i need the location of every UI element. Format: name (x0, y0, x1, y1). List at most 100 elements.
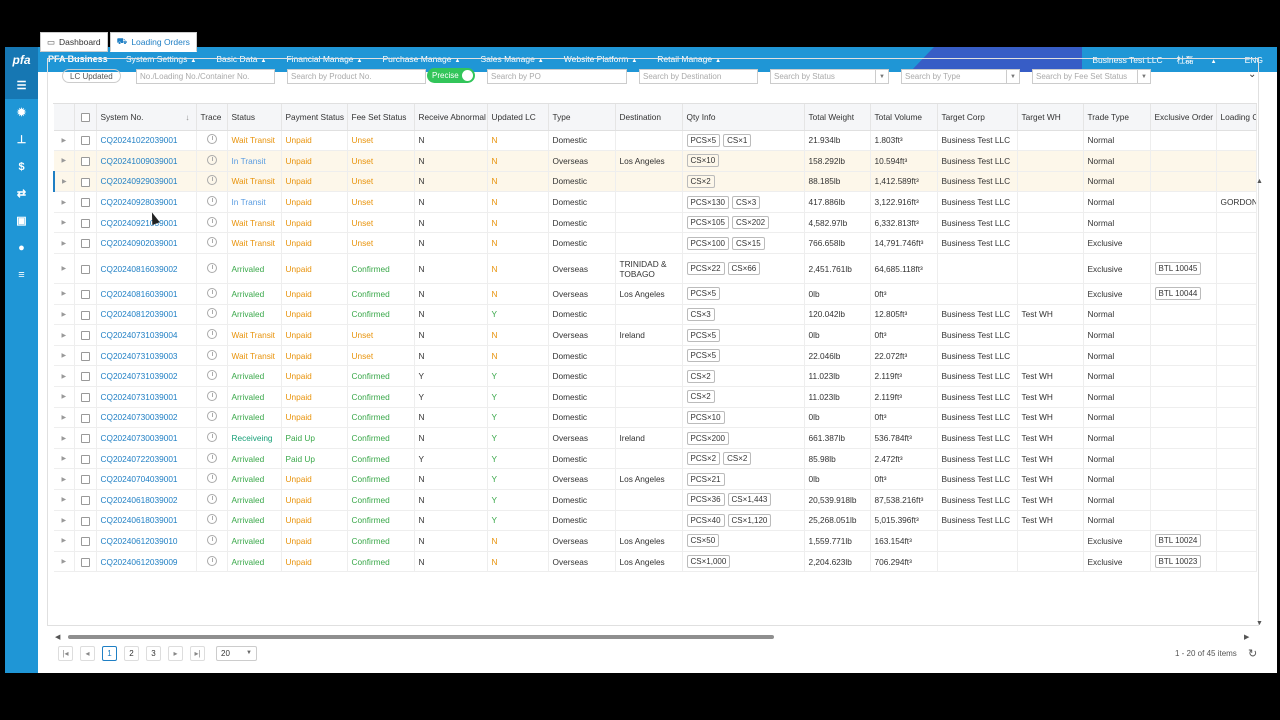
row-checkbox[interactable] (80, 351, 90, 361)
row-expand-icon[interactable]: ▶ (54, 386, 75, 408)
tab-loading-orders[interactable]: ⛟ Loading Orders (109, 32, 197, 52)
exclusive-order-tag[interactable]: BTL 10045 (1154, 262, 1202, 276)
row-checkbox[interactable] (80, 413, 90, 423)
row-checkbox[interactable] (80, 537, 90, 547)
clock-icon[interactable] (206, 493, 217, 504)
system-no-link[interactable]: CQ20240928039001 (96, 191, 197, 213)
dollar-icon[interactable]: $ (5, 153, 38, 180)
row-expand-icon[interactable]: ▶ (54, 150, 75, 172)
row-expand-icon[interactable]: ▶ (54, 345, 75, 367)
table-row[interactable]: ▶ CQ20240731039002 Arrivaled Unpaid Confirme… (54, 365, 1257, 388)
row-checkbox[interactable] (80, 310, 90, 320)
row-checkbox[interactable] (80, 157, 90, 167)
table-row[interactable]: ▶ CQ20241009039001 In Transit Unpaid Unset N N… (54, 150, 1257, 172)
row-expand-icon[interactable]: ▶ (54, 130, 75, 152)
column-header-status[interactable]: Status (227, 104, 282, 131)
search-no-input[interactable]: No./Loading No./Container No. (136, 69, 275, 84)
row-expand-icon[interactable]: ▶ (54, 407, 75, 429)
row-checkbox[interactable] (80, 557, 90, 567)
column-header-target-corp[interactable]: Target Corp (937, 104, 1018, 131)
clock-icon[interactable] (206, 534, 217, 545)
next-page-button[interactable]: ▸ (168, 645, 183, 661)
exclusive-order-tag[interactable]: BTL 10024 (1154, 534, 1202, 548)
clock-icon[interactable] (206, 411, 217, 422)
system-no-link[interactable]: CQ20240902039001 (96, 232, 197, 255)
search-product-input[interactable]: Search by Product No. (287, 69, 426, 84)
row-expand-icon[interactable]: ▶ (54, 530, 75, 552)
row-expand-icon[interactable]: ▶ (54, 232, 75, 255)
row-expand-icon[interactable]: ▶ (54, 191, 75, 213)
column-header-fee-set-status[interactable]: Fee Set Status (347, 104, 415, 131)
search-destination-input[interactable]: Search by Destination (639, 69, 758, 84)
row-expand-icon[interactable]: ▶ (54, 427, 75, 449)
menu-icon[interactable]: ≡ (5, 261, 38, 288)
table-row[interactable]: ▶ CQ20240612039009 Arrivaled Unpaid Confirme… (54, 551, 1257, 573)
system-no-link[interactable]: CQ20240618039002 (96, 489, 197, 511)
clock-icon[interactable] (206, 308, 217, 319)
row-checkbox[interactable] (80, 177, 90, 187)
column-header-total-volume[interactable]: Total Volume (870, 104, 938, 131)
system-no-link[interactable]: CQ20240731039003 (96, 345, 197, 367)
search-po-input[interactable]: Search by PO (487, 69, 627, 84)
system-no-link[interactable]: CQ20240618039001 (96, 510, 197, 532)
row-checkbox[interactable] (80, 198, 90, 208)
clock-icon[interactable] (206, 514, 217, 525)
row-expand-icon[interactable]: ▶ (54, 304, 75, 326)
clock-icon[interactable] (206, 555, 217, 566)
clock-icon[interactable] (206, 432, 217, 443)
last-page-button[interactable]: ▸| (190, 645, 205, 661)
column-header-target-wh[interactable]: Target WH (1017, 104, 1084, 131)
column-header-exclusive-order[interactable]: Exclusive Order (1150, 104, 1217, 131)
table-row[interactable]: ▶ CQ20240929039001 Wait Transit Unpaid Unset… (53, 171, 1257, 193)
system-no-link[interactable]: CQ20240816039001 (96, 283, 197, 305)
row-checkbox[interactable] (80, 136, 90, 146)
precise-toggle[interactable]: Precise (427, 68, 475, 83)
system-no-link[interactable]: CQ20240722039001 (96, 448, 197, 470)
select-all-checkbox[interactable] (80, 112, 90, 122)
table-row[interactable]: ▶ CQ20240730039002 Arrivaled Unpaid Confirme… (54, 407, 1257, 429)
first-page-button[interactable]: |◂ (58, 645, 73, 661)
table-row[interactable]: ▶ CQ20241022039001 Wait Transit Unpaid Unset… (54, 130, 1257, 152)
row-expand-icon[interactable]: ▶ (54, 448, 75, 470)
clock-icon[interactable] (206, 262, 217, 273)
table-row[interactable]: ▶ CQ20240902039001 Wait Transit Unpaid Unset… (54, 232, 1257, 255)
table-row[interactable]: ▶ CQ20240618039001 Arrivaled Unpaid Confirme… (54, 510, 1257, 532)
clock-icon[interactable] (206, 370, 217, 381)
column-header-qty-info[interactable]: Qty Info (682, 104, 805, 131)
table-row[interactable]: ▶ CQ20240928039001 In Transit Unpaid Unset N N… (54, 191, 1257, 213)
row-expand-icon[interactable]: ▶ (54, 551, 75, 573)
table-row[interactable]: ▶ CQ20240618039002 Arrivaled Unpaid Confirme… (54, 489, 1257, 511)
row-checkbox[interactable] (80, 331, 90, 341)
clock-icon[interactable] (206, 287, 217, 298)
clock-icon[interactable] (206, 237, 217, 248)
money-icon[interactable]: ▣ (5, 207, 38, 234)
horizontal-scrollbar[interactable]: ◀ ▶ (55, 633, 1250, 641)
table-row[interactable]: ▶ CQ20240816039002 Arrivaled Unpaid Confirme… (54, 253, 1257, 285)
row-checkbox[interactable] (80, 495, 90, 505)
exclusive-order-tag[interactable]: BTL 10044 (1154, 287, 1202, 301)
table-row[interactable]: ▶ CQ20240731039001 Arrivaled Unpaid Confirme… (54, 386, 1257, 408)
row-expand-icon[interactable]: ▶ (54, 283, 75, 305)
list-icon[interactable]: ☰ (5, 72, 38, 99)
clock-icon[interactable] (206, 175, 217, 186)
system-no-link[interactable]: CQ20240730039002 (96, 407, 197, 429)
column-header-trace[interactable]: Trace (196, 104, 228, 131)
table-row[interactable]: ▶ CQ20240921039001 Wait Transit Unpaid Unset… (54, 212, 1257, 234)
exchange-icon[interactable]: ⇄ (5, 180, 38, 207)
page-2-button[interactable]: 2 (124, 645, 139, 661)
row-checkbox[interactable] (80, 218, 90, 228)
system-no-link[interactable]: CQ20241009039001 (96, 150, 197, 172)
row-checkbox[interactable] (80, 475, 90, 485)
clock-icon[interactable] (206, 349, 217, 360)
lc-updated-filter[interactable]: LC Updated (62, 69, 121, 83)
expand-filters-icon[interactable]: ⌄ (1248, 69, 1256, 80)
table-row[interactable]: ▶ CQ20240731039003 Wait Transit Unpaid Unset… (54, 345, 1257, 367)
system-no-link[interactable]: CQ20241022039001 (96, 130, 197, 152)
system-no-link[interactable]: CQ20240921039001 (96, 212, 197, 234)
row-checkbox[interactable] (80, 392, 90, 402)
table-row[interactable]: ▶ CQ20240612039010 Arrivaled Unpaid Confirme… (54, 530, 1257, 552)
row-expand-icon[interactable]: ▶ (54, 489, 75, 511)
type-select[interactable]: Search by Type ▼ (901, 69, 1020, 84)
system-no-link[interactable]: CQ20240731039001 (96, 386, 197, 408)
globe-icon[interactable]: ● (5, 234, 38, 261)
